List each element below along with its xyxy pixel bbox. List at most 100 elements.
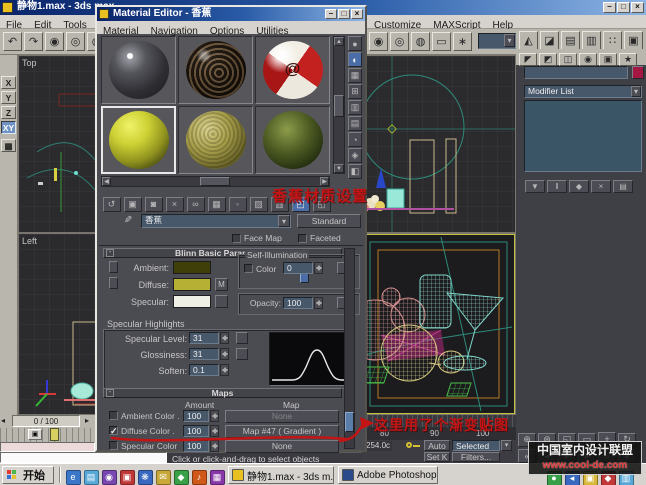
unlink-selection-icon[interactable]: ◎	[66, 32, 85, 51]
scroll-up-icon[interactable]: ▲	[334, 37, 344, 46]
specular-level-spinner[interactable]	[220, 332, 229, 344]
image-viewer-icon[interactable]: ▣	[120, 470, 135, 485]
make-preview-icon[interactable]: ▤	[348, 116, 362, 131]
face-map-checkbox[interactable]	[232, 234, 241, 243]
specular-amount-field[interactable]: 100	[183, 440, 209, 452]
opacity-value-field[interactable]: 100	[283, 297, 313, 309]
modifier-stack[interactable]	[524, 100, 642, 172]
time-slider-handle[interactable]	[50, 428, 59, 441]
me-close-button[interactable]: ×	[351, 9, 363, 19]
material-type-button[interactable]: Standard	[297, 214, 361, 228]
internet-explorer-icon[interactable]: e	[66, 470, 81, 485]
sample-type-icon[interactable]: ●	[348, 36, 362, 51]
scroll-down-icon[interactable]: ▼	[334, 164, 344, 173]
glossiness-map-button[interactable]	[236, 348, 248, 360]
messenger-icon[interactable]: ❋	[138, 470, 153, 485]
material-name-field[interactable]: 香蕉	[141, 214, 291, 228]
faceted-checkbox[interactable]	[298, 234, 307, 243]
background-icon[interactable]: ▦	[348, 68, 362, 83]
specular-map-shortcut-button[interactable]	[215, 295, 228, 308]
make-unique-icon[interactable]: ◆	[569, 180, 589, 193]
minimize-button[interactable]: –	[603, 2, 616, 13]
selection-filter-arrow-icon[interactable]: ▾	[501, 440, 512, 451]
mail-icon[interactable]: ✉	[156, 470, 171, 485]
auto-key-button[interactable]: Auto	[424, 440, 450, 451]
axis-x-button[interactable]: X	[1, 76, 16, 89]
modify-tab-icon[interactable]: ◩	[539, 53, 557, 66]
self-illum-spinner[interactable]	[314, 262, 323, 274]
specular-amount-spinner[interactable]	[210, 440, 219, 452]
axis-xy-button[interactable]: XY	[1, 121, 16, 134]
backlight-icon[interactable]: ◐	[348, 52, 362, 67]
viewport-top[interactable]: Top	[19, 56, 95, 232]
material-sample-slot[interactable]	[178, 36, 253, 104]
winamp-icon[interactable]: ♪	[192, 470, 207, 485]
ambient-color-swatch[interactable]	[173, 261, 211, 274]
ambient-map-button[interactable]: None	[225, 410, 339, 423]
viewport-front[interactable]	[362, 56, 515, 232]
hierarchy-tab-icon[interactable]: ◫	[559, 53, 577, 66]
taskbar-task-3dsmax[interactable]: 静物1.max - 3ds m...	[228, 466, 334, 484]
filters-button[interactable]: Filters...	[452, 452, 500, 462]
render-icon[interactable]: ▣	[624, 31, 643, 50]
taskbar-task-photoshop[interactable]: Adobe Photoshop	[338, 466, 438, 484]
unlink-selection-icon[interactable]: ◎	[390, 32, 409, 51]
macro-recorder-strip[interactable]	[0, 442, 95, 452]
assign-to-selection-icon[interactable]: ◙	[145, 197, 163, 212]
specular-color-swatch[interactable]	[173, 295, 211, 308]
viewport-left[interactable]: Left	[19, 234, 95, 414]
mirror-icon[interactable]: ◭	[519, 31, 538, 50]
diffuse-map-shortcut-button[interactable]: M	[215, 278, 228, 291]
diffuse-color-swatch[interactable]	[173, 278, 211, 291]
maps-rollout-header[interactable]: Maps	[103, 388, 342, 398]
soften-field[interactable]: 0.1	[189, 364, 219, 376]
grid-app-icon[interactable]: ▦	[210, 470, 225, 485]
schematic-view-icon[interactable]: ∷	[603, 31, 622, 50]
specular-color-map-checkbox[interactable]	[109, 441, 118, 450]
make-unique-icon[interactable]: ∞	[187, 197, 205, 212]
ambient-amount-field[interactable]: 100	[183, 410, 209, 422]
curve-editor-icon[interactable]: ▥	[582, 31, 601, 50]
named-selection-arrow-icon[interactable]: ▾	[504, 34, 515, 47]
media-player-icon[interactable]: ◉	[102, 470, 117, 485]
sample-vertical-scrollbar[interactable]: ▲ ▼	[333, 36, 345, 174]
close-button[interactable]: ×	[631, 2, 644, 13]
show-map-in-viewport-icon[interactable]: ▨	[250, 197, 268, 212]
reset-map-icon[interactable]: ×	[166, 197, 184, 212]
material-sample-slot-selected[interactable]	[101, 106, 176, 174]
diffuse-map-button[interactable]: Map #47 ( Gradient )	[225, 425, 339, 438]
start-button[interactable]: 开始	[2, 466, 54, 484]
material-name-arrow-icon[interactable]: ▾	[278, 215, 290, 227]
utilities-tab-icon[interactable]: ★	[619, 53, 637, 66]
bind-to-spacewarp-icon[interactable]: ◍	[411, 32, 430, 51]
material-sample-slot[interactable]	[178, 106, 253, 174]
scroll-left-icon[interactable]: ◀	[102, 177, 111, 186]
diffuse-amount-spinner[interactable]	[210, 425, 219, 437]
self-illum-color-checkbox[interactable]	[244, 264, 253, 273]
pin-stack-icon[interactable]: ▼	[525, 180, 545, 193]
modifier-list-dropdown[interactable]: Modifier List	[524, 85, 642, 98]
axis-y-button[interactable]: Y	[1, 91, 16, 104]
specular-map-button[interactable]: None	[225, 440, 339, 453]
time-left-arrow-icon[interactable]: ◂	[1, 416, 5, 425]
material-editor-window[interactable]: Material Editor - 香蕉 – □ × MaterialNavig…	[95, 5, 367, 452]
layer-manager-icon[interactable]: ▤	[561, 31, 580, 50]
modifier-list-arrow-icon[interactable]: ▾	[631, 86, 641, 97]
maps-collapse-icon[interactable]: -	[106, 389, 114, 397]
track-bar[interactable]: ▣	[0, 428, 95, 442]
maximize-button[interactable]: □	[617, 2, 630, 13]
show-desktop-icon[interactable]: ▤	[84, 470, 99, 485]
snap-grid-icon[interactable]: ▦	[1, 139, 16, 152]
diffuse-color-map-checkbox[interactable]: ✓	[109, 426, 118, 435]
diffuse-amount-field[interactable]: 100	[183, 425, 209, 437]
select-by-name-icon[interactable]: ∗	[453, 32, 472, 51]
material-id-channel-icon[interactable]: ◦	[229, 197, 247, 212]
me-maximize-button[interactable]: □	[338, 9, 350, 19]
create-tab-icon[interactable]: ◤	[519, 53, 537, 66]
material-map-navigator-icon[interactable]: ◧	[348, 164, 362, 179]
object-color-swatch[interactable]	[632, 66, 644, 79]
glossiness-spinner[interactable]	[220, 348, 229, 360]
put-to-library-icon[interactable]: ▦	[208, 197, 226, 212]
soften-spinner[interactable]	[220, 364, 229, 376]
selection-filter-field[interactable]: Selected	[452, 440, 500, 451]
